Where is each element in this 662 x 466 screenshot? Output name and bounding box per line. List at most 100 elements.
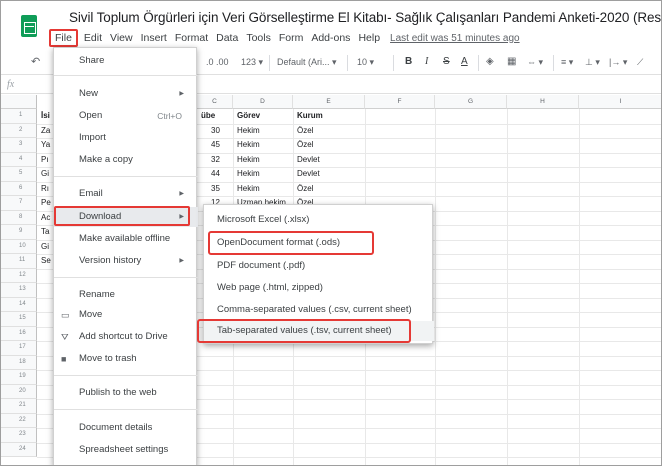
download-csv[interactable]: Comma-separated values (.csv, current sh… xyxy=(204,300,434,320)
column-header-i[interactable]: I xyxy=(579,95,661,109)
grid-cell[interactable]: übe xyxy=(201,110,215,122)
menu-insert[interactable]: Insert xyxy=(137,31,171,45)
undo-icon[interactable]: ↶ xyxy=(31,55,40,68)
row-header[interactable]: 14 xyxy=(1,297,37,312)
row-header[interactable]: 5 xyxy=(1,167,37,182)
grid-cell[interactable]: 45 xyxy=(211,139,220,151)
sheets-logo-icon[interactable] xyxy=(21,15,37,37)
column-header-h[interactable]: H xyxy=(507,95,579,109)
grid-cell[interactable]: Özel xyxy=(297,125,313,137)
text-color-button[interactable]: A xyxy=(461,56,468,67)
grid-cell[interactable]: İsi xyxy=(41,110,50,122)
grid-cell[interactable]: Hekim xyxy=(237,139,260,151)
row-header[interactable]: 22 xyxy=(1,413,37,428)
grid-cell[interactable]: Gi xyxy=(41,168,49,180)
last-edit-link[interactable]: Last edit was 51 minutes ago xyxy=(390,33,520,44)
grid-cell[interactable]: Se xyxy=(41,255,51,267)
vertical-align-icon[interactable]: ⊥ ▾ xyxy=(585,57,600,68)
menu-item-make-a-copy[interactable]: Make a copy xyxy=(54,150,198,170)
menu-item-import[interactable]: Import xyxy=(54,128,198,148)
menu-file[interactable]: File xyxy=(49,29,78,47)
grid-cell[interactable]: Devlet xyxy=(297,154,320,166)
menu-item-publish-to-web[interactable]: Publish to the web xyxy=(54,383,198,403)
download-xlsx[interactable]: Microsoft Excel (.xlsx) xyxy=(204,210,434,230)
row-header[interactable]: 6 xyxy=(1,181,37,196)
grid-cell[interactable]: 44 xyxy=(211,168,220,180)
menu-item-share[interactable]: Share xyxy=(54,51,198,71)
italic-button[interactable]: I xyxy=(425,56,428,67)
row-header[interactable]: 1 xyxy=(1,109,37,124)
text-wrap-icon[interactable]: |→ ▾ xyxy=(609,57,627,68)
row-header[interactable]: 16 xyxy=(1,326,37,341)
column-header-d[interactable]: D xyxy=(233,95,293,109)
grid-cell[interactable]: Ta xyxy=(41,226,49,238)
menu-data[interactable]: Data xyxy=(212,31,242,45)
column-header-c[interactable]: C xyxy=(197,95,233,109)
grid-cell[interactable]: Devlet xyxy=(297,168,320,180)
font-dropdown[interactable]: Default (Ari... ▾ xyxy=(277,57,337,68)
row-header[interactable]: 2 xyxy=(1,123,37,138)
menu-item-document-details[interactable]: Document details xyxy=(54,418,198,438)
download-pdf[interactable]: PDF document (.pdf) xyxy=(204,256,434,276)
row-header[interactable]: 13 xyxy=(1,283,37,298)
grid-cell[interactable]: Özel xyxy=(297,139,313,151)
menu-item-new[interactable]: New ▶ xyxy=(54,84,198,104)
download-html[interactable]: Web page (.html, zipped) xyxy=(204,278,434,298)
decimal-buttons[interactable]: .0 .00 xyxy=(206,57,229,67)
menu-item-version-history[interactable]: Version history ▶ xyxy=(54,251,198,271)
grid-cell[interactable]: Ac xyxy=(41,212,50,224)
grid-cell[interactable]: Pe xyxy=(41,197,51,209)
menu-item-add-shortcut[interactable]: ⛛ Add shortcut to Drive xyxy=(54,327,198,347)
row-header[interactable]: 18 xyxy=(1,355,37,370)
grid-cell[interactable]: Ya xyxy=(41,139,50,151)
row-header[interactable]: 24 xyxy=(1,442,37,457)
grid-cell[interactable]: Gi xyxy=(41,241,49,253)
row-header[interactable]: 4 xyxy=(1,152,37,167)
menu-view[interactable]: View xyxy=(106,31,137,45)
grid-cell[interactable]: Hekim xyxy=(237,183,260,195)
menu-item-email[interactable]: Email ▶ xyxy=(54,184,198,204)
grid-cell[interactable]: Görev xyxy=(237,110,260,122)
grid-cell[interactable]: Za xyxy=(41,125,50,137)
menu-addons[interactable]: Add-ons xyxy=(307,31,354,45)
column-header-e[interactable]: E xyxy=(293,95,365,109)
grid-cell[interactable]: Hekim xyxy=(237,154,260,166)
row-header[interactable]: 20 xyxy=(1,384,37,399)
row-header[interactable]: 23 xyxy=(1,428,37,443)
merge-cells-icon[interactable]: ⇔ ▾ xyxy=(527,57,543,68)
row-header[interactable]: 17 xyxy=(1,341,37,356)
grid-cell[interactable]: Hekim xyxy=(237,168,260,180)
grid-cell[interactable]: Hekim xyxy=(237,125,260,137)
font-size-dropdown[interactable]: 10 ▾ xyxy=(357,57,374,68)
bold-button[interactable]: B xyxy=(405,56,412,67)
row-header[interactable]: 19 xyxy=(1,370,37,385)
borders-icon[interactable]: ▦ xyxy=(507,56,516,67)
row-header[interactable]: 21 xyxy=(1,399,37,414)
grid-cell[interactable]: Özel xyxy=(297,183,313,195)
menu-form[interactable]: Form xyxy=(275,31,308,45)
row-header[interactable]: 15 xyxy=(1,312,37,327)
select-all-corner[interactable] xyxy=(1,95,37,109)
column-header-f[interactable]: F xyxy=(365,95,435,109)
row-header[interactable]: 3 xyxy=(1,138,37,153)
menu-format[interactable]: Format xyxy=(171,31,212,45)
row-header[interactable]: 10 xyxy=(1,239,37,254)
document-title[interactable]: Sivil Toplum Örgürleri için Veri Görsell… xyxy=(69,10,661,25)
grid-cell[interactable]: 32 xyxy=(211,154,220,166)
grid-cell[interactable]: Kurum xyxy=(297,110,323,122)
grid-cell[interactable]: Rı xyxy=(41,183,49,195)
horizontal-align-icon[interactable]: ≡ ▾ xyxy=(561,57,573,68)
row-header[interactable]: 9 xyxy=(1,225,37,240)
row-header[interactable]: 8 xyxy=(1,210,37,225)
menu-edit[interactable]: Edit xyxy=(80,31,106,45)
text-rotation-icon[interactable]: ⟋ xyxy=(637,57,643,68)
grid-cell[interactable]: Pı xyxy=(41,154,49,166)
menu-item-make-available-offline[interactable]: Make available offline xyxy=(54,229,198,249)
menu-item-move[interactable]: ▭ Move xyxy=(54,305,198,325)
strikethrough-button[interactable]: S xyxy=(443,56,450,67)
menu-item-rename[interactable]: Rename xyxy=(54,285,198,305)
grid-cell[interactable]: 35 xyxy=(211,183,220,195)
menu-tools[interactable]: Tools xyxy=(242,31,275,45)
menu-item-open[interactable]: Open Ctrl+O xyxy=(54,106,198,126)
number-format-dropdown[interactable]: 123 ▾ xyxy=(241,57,263,68)
